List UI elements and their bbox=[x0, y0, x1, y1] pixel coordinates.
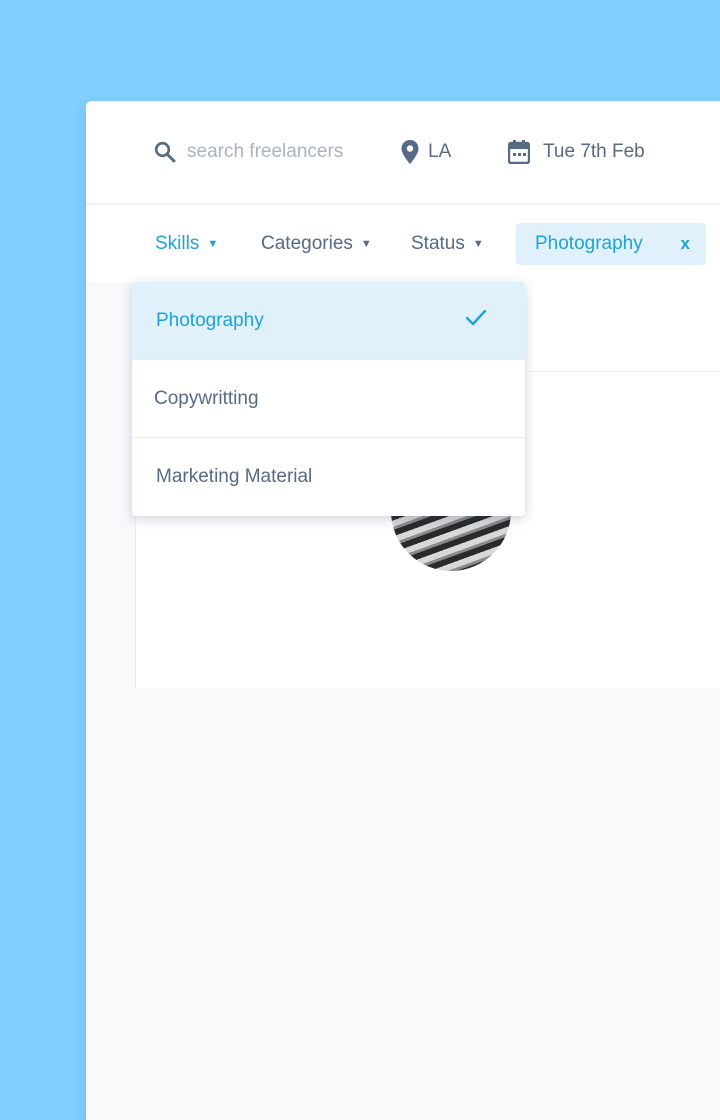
filter-label: Status bbox=[411, 233, 465, 254]
location-value: LA bbox=[428, 141, 452, 162]
active-filter-chip: Photography x bbox=[516, 223, 706, 265]
filter-bar: Skills ▼ Categories ▼ Status ▼ Photograp… bbox=[86, 205, 720, 283]
search-input[interactable]: search freelancers bbox=[187, 141, 343, 163]
caret-down-icon: ▼ bbox=[207, 238, 219, 250]
filter-categories[interactable]: Categories ▼ bbox=[261, 205, 372, 283]
dropdown-item-label: Copywritting bbox=[154, 387, 259, 409]
chip-label: Photography bbox=[535, 233, 643, 254]
dropdown-item-copywritting[interactable]: Copywritting bbox=[132, 360, 525, 438]
search-field[interactable]: search freelancers bbox=[154, 101, 343, 203]
filter-status[interactable]: Status ▼ bbox=[411, 205, 484, 283]
remove-filter-button[interactable]: x bbox=[681, 234, 690, 254]
skills-dropdown: Photography Copywritting Marketing Mater… bbox=[132, 282, 525, 516]
filter-skills[interactable]: Skills ▼ bbox=[155, 205, 218, 283]
caret-down-icon: ▼ bbox=[360, 238, 372, 250]
dropdown-item-label: Marketing Material bbox=[156, 465, 313, 487]
caret-down-icon: ▼ bbox=[472, 238, 484, 250]
filter-label: Categories bbox=[261, 233, 353, 254]
dropdown-item-photography[interactable]: Photography bbox=[132, 282, 525, 360]
search-icon bbox=[154, 141, 176, 163]
dropdown-item-marketing-material[interactable]: Marketing Material bbox=[132, 438, 525, 515]
location-field[interactable]: LA bbox=[401, 101, 451, 203]
map-pin-icon bbox=[401, 140, 419, 164]
date-value: Tue 7th Feb bbox=[543, 141, 645, 162]
dropdown-item-label: Photography bbox=[156, 309, 264, 331]
app-window: search freelancers LA Tue 7th Feb Skills… bbox=[86, 101, 720, 1120]
date-field[interactable]: Tue 7th Feb bbox=[507, 101, 645, 203]
filter-label: Skills bbox=[155, 233, 200, 254]
check-icon bbox=[465, 309, 487, 333]
calendar-icon bbox=[507, 140, 531, 165]
top-search-bar: search freelancers LA Tue 7th Feb bbox=[86, 101, 720, 205]
